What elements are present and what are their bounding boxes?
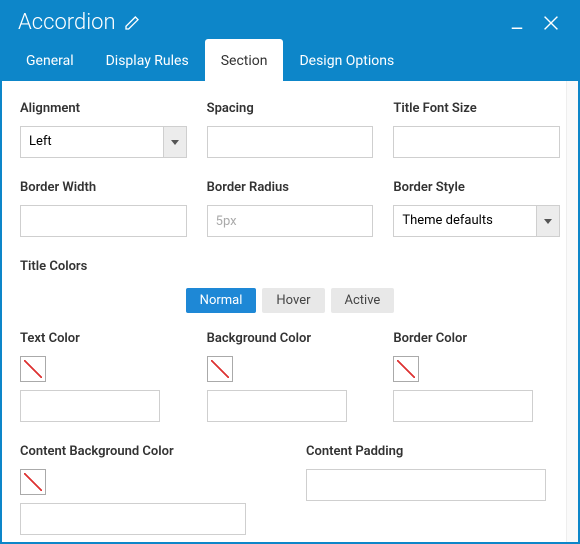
tab-general[interactable]: General [10,39,90,81]
border-style-dropdown-button[interactable] [536,205,560,237]
state-tab-active[interactable]: Active [331,288,395,313]
background-color-input[interactable] [207,390,347,422]
spacing-label: Spacing [207,101,374,116]
border-style-select[interactable]: Theme defaults [393,205,560,237]
alignment-dropdown-button[interactable] [163,126,187,158]
alignment-value: Left [20,126,187,158]
border-style-label: Border Style [393,180,560,195]
row-1: Alignment Left Spacing Title Font Size [20,101,560,158]
tab-design-options[interactable]: Design Options [283,39,410,81]
dialog-title: Accordion [18,10,116,35]
border-color-input[interactable] [393,390,533,422]
dialog-body: Alignment Left Spacing Title Font Size B… [2,81,578,542]
field-title-font-size: Title Font Size [393,101,560,158]
minimize-button[interactable] [508,14,526,32]
content-bg-label: Content Background Color [20,444,246,459]
field-border-color: Border Color [393,331,560,422]
field-content-bg: Content Background Color [20,444,246,535]
row-content: Content Background Color Content Padding [20,444,560,535]
field-spacing: Spacing [207,101,374,158]
alignment-label: Alignment [20,101,187,116]
border-color-label: Border Color [393,331,560,346]
field-text-color: Text Color [20,331,187,422]
title-font-size-input[interactable] [393,126,560,158]
border-color-swatch[interactable] [393,356,419,382]
content-padding-input[interactable] [306,469,546,501]
alignment-select[interactable]: Left [20,126,187,158]
border-style-value: Theme defaults [393,205,560,237]
accordion-settings-dialog: Accordion General Display Rules Section … [0,0,580,544]
content-bg-swatch[interactable] [20,469,46,495]
content-bg-input[interactable] [20,503,246,535]
spacing-input[interactable] [207,126,374,158]
border-radius-input[interactable] [207,205,374,237]
text-color-swatch[interactable] [20,356,46,382]
state-tabs: Normal Hover Active [20,288,560,313]
row-colors: Text Color Background Color Border Color [20,331,560,422]
background-color-label: Background Color [207,331,374,346]
tab-section[interactable]: Section [205,39,284,81]
field-border-style: Border Style Theme defaults [393,180,560,237]
background-color-swatch[interactable] [207,356,233,382]
field-background-color: Background Color [207,331,374,422]
state-tab-normal[interactable]: Normal [186,288,257,313]
title-colors-heading: Title Colors [20,259,560,274]
field-border-radius: Border Radius [207,180,374,237]
chevron-down-icon [171,140,179,145]
field-alignment: Alignment Left [20,101,187,158]
title-row: Accordion [2,2,578,39]
border-radius-label: Border Radius [207,180,374,195]
state-tab-hover[interactable]: Hover [262,288,324,313]
text-color-input[interactable] [20,390,160,422]
row-2: Border Width Border Radius Border Style … [20,180,560,237]
scrollbar-track[interactable] [566,81,578,542]
window-controls [508,12,562,34]
text-color-label: Text Color [20,331,187,346]
content-padding-label: Content Padding [306,444,546,459]
edit-title-icon[interactable] [124,15,140,31]
field-border-width: Border Width [20,180,187,237]
close-button[interactable] [540,12,562,34]
main-tabs: General Display Rules Section Design Opt… [2,39,578,81]
title-font-size-label: Title Font Size [393,101,560,116]
border-width-label: Border Width [20,180,187,195]
chevron-down-icon [544,219,552,224]
field-content-padding: Content Padding [306,444,546,535]
dialog-header: Accordion General Display Rules Section … [2,2,578,81]
tab-display-rules[interactable]: Display Rules [90,39,205,81]
border-width-input[interactable] [20,205,187,237]
